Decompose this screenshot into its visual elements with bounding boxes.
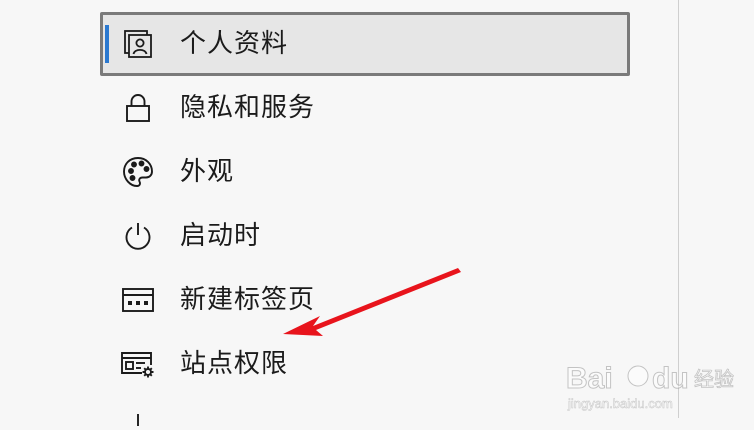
- watermark-logo: Bai du 经验 jingyan.baidu.com: [566, 362, 734, 412]
- menu-item-appearance[interactable]: 外观: [100, 140, 630, 204]
- menu-item-partial: [100, 396, 630, 430]
- partial-icon: [120, 410, 156, 430]
- new-tab-icon: [120, 282, 156, 318]
- profile-icon: [120, 26, 156, 62]
- menu-item-site-permissions[interactable]: 站点权限: [100, 332, 630, 396]
- svg-text:du: du: [652, 362, 689, 395]
- menu-item-privacy[interactable]: 隐私和服务: [100, 76, 630, 140]
- menu-item-label: 站点权限: [180, 349, 289, 379]
- svg-text:jingyan.baidu.com: jingyan.baidu.com: [567, 396, 673, 411]
- palette-icon: [120, 154, 156, 190]
- menu-item-new-tab[interactable]: 新建标签页: [100, 268, 630, 332]
- menu-item-label: 个人资料: [180, 29, 289, 59]
- menu-item-startup[interactable]: 启动时: [100, 204, 630, 268]
- settings-menu: 个人资料 隐私和服务 外观 启动时 新建标签页 站点权限: [100, 12, 630, 430]
- menu-item-profile[interactable]: 个人资料: [100, 12, 630, 76]
- menu-item-label: 新建标签页: [180, 285, 316, 315]
- site-permissions-icon: [120, 346, 156, 382]
- menu-item-label: 隐私和服务: [180, 93, 316, 123]
- lock-icon: [120, 90, 156, 126]
- svg-text:经验: 经验: [694, 367, 734, 391]
- menu-item-label: 外观: [180, 157, 235, 187]
- svg-text:Bai: Bai: [566, 362, 613, 395]
- power-icon: [120, 218, 156, 254]
- menu-item-label: 启动时: [180, 221, 262, 251]
